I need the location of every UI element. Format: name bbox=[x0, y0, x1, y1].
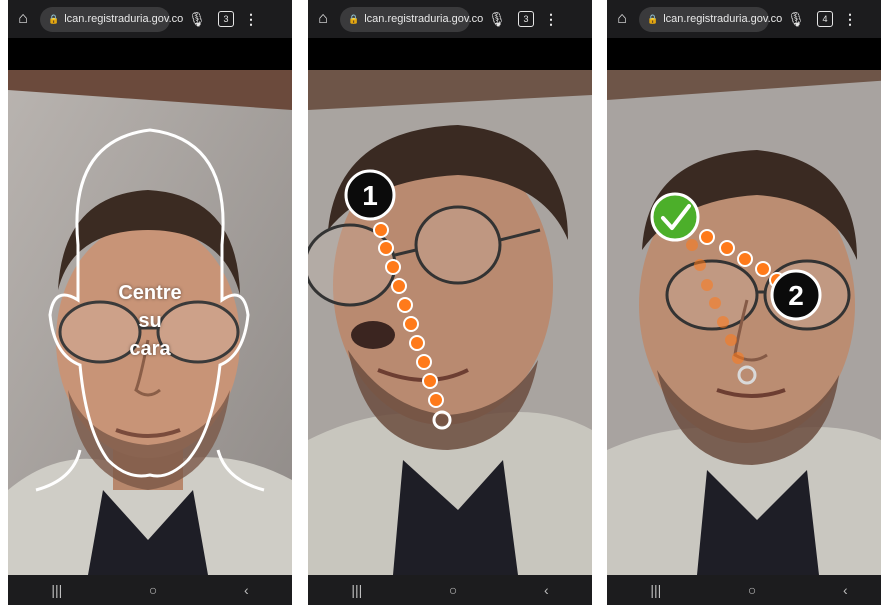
home-icon[interactable]: ⌂ bbox=[308, 10, 338, 28]
recent-apps-icon[interactable]: ||| bbox=[650, 582, 661, 598]
instruction-line-3: cara bbox=[129, 338, 171, 360]
android-nav-bar: ||| ○ ‹ bbox=[607, 575, 881, 605]
camera-letterbox bbox=[8, 38, 292, 70]
instruction-line-2: su bbox=[138, 310, 162, 332]
browser-toolbar: ⌂ 🔒 lcan.registraduria.gov.co 🎙 3 ⋮ bbox=[8, 0, 292, 38]
mic-icon[interactable]: 🎙 bbox=[783, 11, 809, 28]
camera-letterbox bbox=[607, 38, 881, 70]
tab-count: 3 bbox=[523, 14, 529, 24]
phone-screen-step-1: ⌂ 🔒 lcan.registraduria.gov.co 🎙 3 ⋮ 1 ||… bbox=[308, 0, 592, 605]
recent-apps-icon[interactable]: ||| bbox=[51, 582, 62, 598]
tabs-icon[interactable]: 4 bbox=[817, 11, 833, 27]
camera-feed: Centre su cara bbox=[8, 70, 292, 575]
url-text: lcan.registraduria.gov.co bbox=[663, 13, 783, 25]
nav-home-icon[interactable]: ○ bbox=[149, 582, 157, 598]
tab-count: 4 bbox=[822, 14, 828, 24]
url-text: lcan.registraduria.gov.co bbox=[64, 13, 184, 25]
address-bar[interactable]: 🔒 lcan.registraduria.gov.co bbox=[40, 6, 183, 32]
android-nav-bar: ||| ○ ‹ bbox=[8, 575, 292, 605]
phone-screen-step-2: ⌂ 🔒 lcan.registraduria.gov.co 🎙 4 ⋮ 2 ||… bbox=[607, 0, 881, 605]
browser-toolbar: ⌂ 🔒 lcan.registraduria.gov.co 🎙 4 ⋮ bbox=[607, 0, 881, 38]
android-nav-bar: ||| ○ ‹ bbox=[308, 575, 592, 605]
tab-count: 3 bbox=[223, 14, 229, 24]
tabs-icon[interactable]: 3 bbox=[518, 11, 534, 27]
recent-apps-icon[interactable]: ||| bbox=[351, 582, 362, 598]
home-icon[interactable]: ⌂ bbox=[607, 10, 637, 28]
back-icon[interactable]: ‹ bbox=[544, 582, 549, 598]
mic-icon[interactable]: 🎙 bbox=[484, 11, 510, 28]
check-icon bbox=[650, 192, 700, 242]
back-icon[interactable]: ‹ bbox=[843, 582, 848, 598]
camera-image: 2 bbox=[607, 70, 881, 575]
back-icon[interactable]: ‹ bbox=[244, 582, 249, 598]
more-vert-icon[interactable]: ⋮ bbox=[540, 11, 562, 28]
mic-icon[interactable]: 🎙 bbox=[184, 11, 210, 28]
camera-feed: 2 bbox=[607, 70, 881, 575]
home-icon[interactable]: ⌂ bbox=[8, 10, 38, 28]
address-bar[interactable]: 🔒 lcan.registraduria.gov.co bbox=[340, 6, 483, 32]
tabs-icon[interactable]: 3 bbox=[218, 11, 234, 27]
step-number: 1 bbox=[362, 180, 378, 211]
camera-letterbox bbox=[308, 38, 592, 70]
browser-toolbar: ⌂ 🔒 lcan.registraduria.gov.co 🎙 3 ⋮ bbox=[308, 0, 592, 38]
lock-icon: 🔒 bbox=[348, 13, 360, 24]
url-text: lcan.registraduria.gov.co bbox=[364, 13, 484, 25]
camera-image: 1 bbox=[308, 70, 592, 575]
more-vert-icon[interactable]: ⋮ bbox=[839, 11, 861, 28]
lock-icon: 🔒 bbox=[647, 13, 659, 24]
step-number: 2 bbox=[788, 280, 804, 311]
camera-feed: 1 bbox=[308, 70, 592, 575]
nav-home-icon[interactable]: ○ bbox=[449, 582, 457, 598]
more-vert-icon[interactable]: ⋮ bbox=[240, 11, 262, 28]
nav-home-icon[interactable]: ○ bbox=[748, 582, 756, 598]
phone-screen-face-centering: ⌂ 🔒 lcan.registraduria.gov.co 🎙 3 ⋮ Cent… bbox=[8, 0, 292, 605]
lock-icon: 🔒 bbox=[48, 13, 60, 24]
address-bar[interactable]: 🔒 lcan.registraduria.gov.co bbox=[639, 6, 782, 32]
instruction-line-1: Centre bbox=[118, 282, 182, 304]
